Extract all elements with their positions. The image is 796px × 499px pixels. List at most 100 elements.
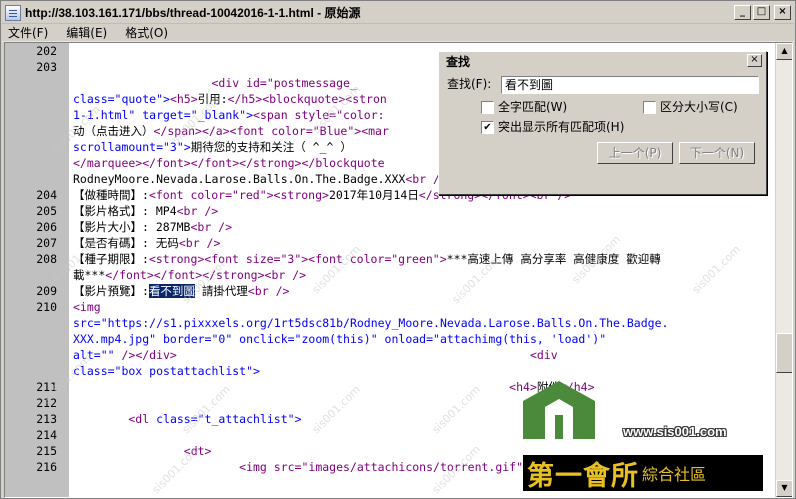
site-url-watermark: www.sis001.com — [623, 424, 727, 439]
code-token: 2017年10月14日 — [328, 188, 419, 202]
code-token: 【影片格式】: MP4 — [73, 204, 177, 218]
code-token: <br /> — [176, 204, 219, 218]
line-number: 207 — [36, 236, 57, 250]
line-number: 216 — [36, 460, 57, 474]
document-icon — [5, 4, 21, 21]
code-token: <dl — [73, 412, 157, 426]
source-line: 1-1.html" target="_blank"><span style="c… — [73, 107, 385, 123]
scroll-thumb[interactable] — [776, 333, 792, 373]
code-token: 1-1.html" target="_blank"> — [73, 108, 254, 122]
whole-word-label: 全字匹配(W) — [498, 100, 568, 114]
code-token: 【影片大小】: 287MB — [73, 220, 191, 234]
code-token: RodneyMoore.Nevada.Larose.Balls.On.The.B… — [73, 172, 406, 186]
source-line: <div id="postmessage_ — [73, 75, 356, 91]
scroll-up-button[interactable]: ▲ — [776, 43, 792, 60]
code-token: <strong><font size="3"><font color="gree… — [148, 252, 447, 266]
code-token: class="quote"> — [73, 92, 170, 106]
source-line: class="quote"><h5>引用:</h5><blockquote><s… — [73, 91, 387, 107]
code-token: </font></font></strong><br /> — [105, 268, 307, 282]
menu-bar: 文件(F) 编辑(E) 格式(O) — [2, 24, 794, 42]
line-number: 215 — [36, 444, 57, 458]
code-token: class="t_attachlist"> — [156, 412, 302, 426]
window-controls: _ □ × — [734, 5, 791, 20]
line-number: 205 — [36, 204, 57, 218]
source-line: XXX.mp4.jpg" border="0" onclick="zoom(th… — [73, 331, 606, 347]
code-token: <dt> — [73, 444, 212, 458]
title-bar[interactable]: http://38.103.161.171/bbs/thread-1004201… — [2, 2, 794, 24]
highlight-all-checkbox[interactable]: ✔ — [481, 120, 494, 134]
window-title: http://38.103.161.171/bbs/thread-1004201… — [25, 6, 361, 20]
vertical-scrollbar[interactable]: ▲ ▼ — [775, 43, 792, 497]
minimize-button[interactable]: _ — [734, 5, 751, 20]
source-line: </marquee></font></font></strong></block… — [73, 155, 385, 171]
find-dialog: 查找 × 查找(F): 看不到圖 全字匹配(W) 区分大小写(C) ✔ 突出显示… — [438, 51, 767, 195]
code-token: 【種子期限】: — [73, 252, 149, 266]
find-label: 查找(F): — [447, 77, 492, 91]
source-line: scrollamount="3">期待您的支持和关注（ ^_^ ） — [73, 139, 352, 155]
source-line: <img — [73, 299, 101, 315]
brand-banner: 第一會所 綜合社區 — [523, 455, 763, 492]
source-line: <h4>附件</h4> — [73, 379, 594, 395]
code-token: alt="" — [73, 348, 122, 362]
source-viewer-window: http://38.103.161.171/bbs/thread-1004201… — [0, 0, 796, 499]
find-close-button[interactable]: × — [747, 54, 762, 67]
find-dialog-title[interactable]: 查找 — [441, 54, 764, 70]
code-token: 动（点击进入） — [73, 124, 154, 138]
line-number: 210 — [36, 300, 57, 314]
source-line: RodneyMoore.Nevada.Larose.Balls.On.The.B… — [73, 171, 447, 187]
code-token: /></div> <div — [121, 348, 558, 362]
code-token: 【影片預覽】: — [73, 284, 149, 298]
source-line: 【是否有碼】: 无码<br /> — [73, 235, 220, 251]
scroll-down-button[interactable]: ▼ — [776, 480, 792, 497]
code-token: </marquee></font></font></strong></block… — [73, 156, 385, 170]
line-number: 208 — [36, 252, 57, 266]
line-number: 211 — [36, 380, 57, 394]
code-token: 引用: — [197, 92, 228, 106]
source-line: <dt> — [73, 443, 212, 459]
line-number: 212 — [36, 396, 57, 410]
source-line: <img src="images/attachicons/torrent.gif… — [73, 459, 599, 475]
highlight-all-option[interactable]: ✔ 突出显示所有匹配项(H) — [481, 120, 624, 134]
code-token: src="https://s1.pixxxels.org/1rt5dsc81b/… — [73, 316, 669, 330]
close-button[interactable]: × — [774, 5, 791, 20]
source-line: src="https://s1.pixxxels.org/1rt5dsc81b/… — [73, 315, 668, 331]
find-input[interactable]: 看不到圖 — [501, 76, 759, 94]
line-number: 203 — [36, 60, 57, 74]
whole-word-option[interactable]: 全字匹配(W) — [481, 100, 567, 114]
line-number: 214 — [36, 428, 57, 442]
source-line: alt="" /></div> <div — [73, 347, 558, 363]
source-line: 动（点击进入）</span></a><font color="Blue"><ma… — [73, 123, 389, 139]
code-token: ***高速上傳 高分享率 高健康度 歡迎轉 — [446, 252, 661, 266]
line-number: 202 — [36, 44, 57, 58]
source-line: 載***</font></font></strong><br /> — [73, 267, 306, 283]
match-case-label: 区分大小写(C) — [660, 100, 738, 114]
match-case-option[interactable]: 区分大小写(C) — [643, 100, 738, 114]
code-token: class="box postattachlist"> — [73, 364, 260, 378]
code-token: <br /> — [247, 284, 290, 298]
source-line: 【影片大小】: 287MB<br /> — [73, 219, 232, 235]
menu-format[interactable]: 格式(O) — [123, 25, 170, 41]
menu-edit[interactable]: 编辑(E) — [64, 25, 109, 41]
code-token: <h5> — [169, 92, 198, 106]
code-token: <img — [73, 300, 101, 314]
source-line: 【影片預覽】:看不到圖 請掛代理<br /> — [73, 283, 289, 299]
code-token: 期待您的支持和关注（ ^_^ ） — [190, 140, 352, 154]
code-token: XXX.mp4.jpg" border="0" onclick="zoom(th… — [73, 332, 607, 346]
whole-word-checkbox[interactable] — [481, 100, 494, 114]
source-line: <dl class="t_attachlist"> — [73, 411, 302, 427]
code-token: <h4> — [73, 380, 537, 394]
code-token: <font color="red"><strong> — [148, 188, 329, 202]
match-case-checkbox[interactable] — [643, 100, 656, 114]
code-token: 【是否有碼】: 无码 — [73, 236, 179, 250]
find-next-button[interactable]: 下一个(N) — [679, 142, 755, 164]
maximize-button[interactable]: □ — [753, 5, 770, 20]
code-token: 【做種時間】: — [73, 188, 149, 202]
site-logo — [523, 381, 595, 439]
line-number: 209 — [36, 284, 57, 298]
line-number: 213 — [36, 412, 57, 426]
code-token: <br /> — [178, 236, 221, 250]
code-token: scrollamount="3"> — [73, 140, 191, 154]
menu-file[interactable]: 文件(F) — [6, 25, 50, 41]
highlight-all-label: 突出显示所有匹配项(H) — [498, 120, 625, 134]
find-previous-button[interactable]: 上一个(P) — [597, 142, 673, 164]
